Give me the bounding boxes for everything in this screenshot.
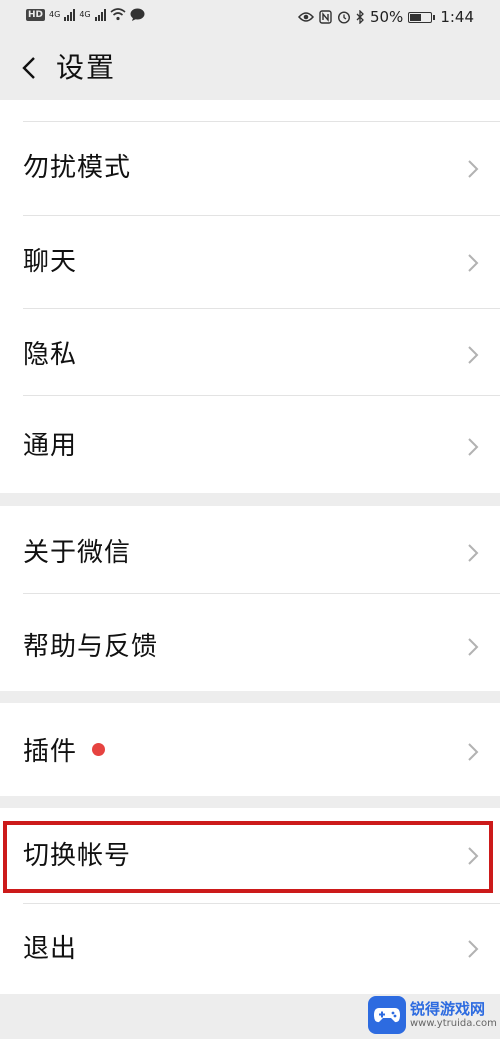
battery-icon (408, 11, 436, 23)
title-bar: 设置 (0, 36, 500, 100)
nfc-icon (319, 10, 332, 24)
row-label: 帮助与反馈 (23, 632, 159, 662)
settings-group-2: 关于微信 帮助与反馈 (0, 506, 500, 691)
chevron-right-icon (468, 544, 479, 562)
chevron-right-icon (468, 346, 479, 364)
row-help-feedback[interactable]: 帮助与反馈 (0, 594, 500, 691)
row-label: 插件 (23, 737, 78, 767)
battery-fill (410, 13, 422, 21)
row-label: 勿扰模式 (23, 153, 132, 183)
hd-badge: HD (26, 8, 46, 21)
chevron-right-icon (468, 743, 479, 761)
battery-percent: 50% (369, 8, 404, 26)
row-label: 聊天 (23, 247, 78, 277)
settings-group-3: 插件 (0, 703, 500, 796)
signal-icon (64, 8, 76, 21)
row-privacy[interactable]: 隐私 (0, 309, 500, 395)
row-logout[interactable]: 退出 (0, 904, 500, 994)
settings-group-1: 勿扰模式 聊天 隐私 通用 (0, 100, 500, 493)
watermark-name: 锐得游戏网 (410, 1000, 486, 1018)
row-label: 通用 (23, 431, 78, 461)
chevron-right-icon (468, 254, 479, 272)
row-label: 退出 (23, 934, 78, 964)
row-plugins[interactable]: 插件 (0, 703, 500, 796)
chevron-right-icon (468, 160, 479, 178)
status-bar-right: 50% 1:44 (297, 8, 474, 26)
clock: 1:44 (440, 8, 474, 26)
signal-icon (94, 8, 106, 21)
watermark-logo (368, 996, 406, 1034)
highlight-annotation-box (3, 821, 493, 893)
row-chat[interactable]: 聊天 (0, 216, 500, 308)
watermark-text: 锐得游戏网 www.ytruida.com (410, 1000, 497, 1030)
status-bar-left: HD 4G 4G (26, 8, 145, 21)
row-do-not-disturb[interactable]: 勿扰模式 (0, 122, 500, 215)
chevron-left-icon (22, 57, 35, 79)
bluetooth-icon (356, 10, 364, 24)
network-type-2: 4G (79, 10, 91, 19)
status-bar: HD 4G 4G 50% 1:44 (0, 0, 500, 36)
page-title: 设置 (56, 51, 117, 84)
back-button[interactable] (16, 52, 42, 84)
alarm-icon (337, 11, 350, 24)
chevron-right-icon (468, 638, 479, 656)
row-general[interactable]: 通用 (0, 396, 500, 493)
network-type-1: 4G (49, 10, 61, 19)
chevron-right-icon (468, 940, 479, 958)
wifi-icon (110, 8, 126, 21)
row-label: 隐私 (23, 340, 78, 370)
eye-icon (297, 12, 314, 22)
unread-dot-badge (92, 743, 105, 756)
watermark: 锐得游戏网 www.ytruida.com (368, 993, 498, 1037)
watermark-url: www.ytruida.com (410, 1018, 497, 1029)
row-about-wechat[interactable]: 关于微信 (0, 506, 500, 593)
chat-bubble-icon (130, 8, 145, 21)
game-controller-icon (374, 1008, 400, 1023)
row-label: 关于微信 (23, 538, 132, 568)
chevron-right-icon (468, 438, 479, 456)
